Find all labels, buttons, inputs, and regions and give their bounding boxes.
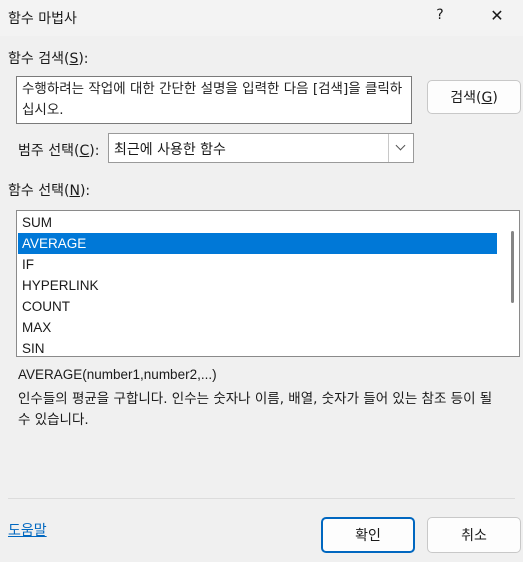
function-description: 인수들의 평균을 구합니다. 인수는 숫자나 이름, 배열, 숫자가 들어 있는… xyxy=(18,391,493,428)
function-item-count[interactable]: COUNT xyxy=(18,296,497,317)
function-item-sin[interactable]: SIN xyxy=(18,338,497,356)
list-scrollbar[interactable] xyxy=(511,231,514,303)
close-icon[interactable]: ✕ xyxy=(484,6,510,30)
help-icon[interactable]: ? xyxy=(428,7,452,29)
search-input[interactable]: 수행하려는 작업에 대한 간단한 설명을 입력한 다음 [검색]을 클릭하십시오… xyxy=(16,76,412,124)
function-item-average[interactable]: AVERAGE xyxy=(18,233,497,254)
function-list-label: 함수 선택(N): xyxy=(8,183,91,199)
function-syntax: AVERAGE(number1,number2,...) xyxy=(18,367,217,382)
ok-button[interactable]: 확인 xyxy=(321,517,415,553)
category-select[interactable]: 최근에 사용한 함수 xyxy=(108,133,414,163)
dropdown-button[interactable] xyxy=(388,134,413,162)
title-bar: 함수 마법사 ? ✕ xyxy=(0,0,523,36)
chevron-down-icon xyxy=(395,140,406,151)
function-item-max[interactable]: MAX xyxy=(18,317,497,338)
category-selected-value: 최근에 사용한 함수 xyxy=(114,142,226,158)
footer-divider xyxy=(8,498,515,499)
search-button[interactable]: 검색(G) xyxy=(427,80,521,114)
cancel-button[interactable]: 취소 xyxy=(427,517,521,553)
function-item-hyperlink[interactable]: HYPERLINK xyxy=(18,275,497,296)
search-label-accelerator: S xyxy=(69,51,79,67)
help-link[interactable]: 도움말 xyxy=(8,520,47,540)
function-item-sum[interactable]: SUM xyxy=(18,212,497,233)
dialog-title: 함수 마법사 xyxy=(8,11,77,27)
function-item-if[interactable]: IF xyxy=(18,254,497,275)
search-label: 함수 검색(S): xyxy=(8,51,89,67)
category-label: 범주 선택(C): xyxy=(18,143,100,159)
function-list[interactable]: SUM AVERAGE IF HYPERLINK COUNT MAX SIN xyxy=(16,210,520,357)
